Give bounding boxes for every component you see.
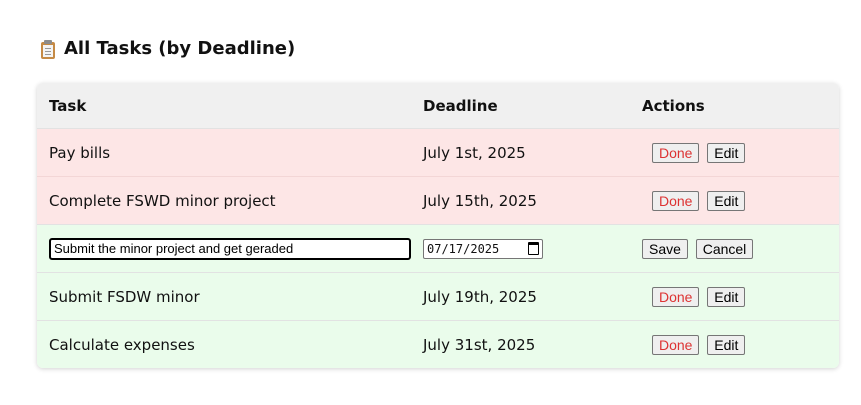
deadline-date-input[interactable]: 07/17/2025: [423, 238, 543, 259]
calendar-icon[interactable]: [528, 242, 539, 255]
edit-button[interactable]: Edit: [707, 142, 746, 163]
task-name: Pay bills: [37, 128, 411, 177]
row-actions: Done Edit: [630, 176, 839, 225]
table-header-row: Task Deadline Actions: [37, 83, 839, 129]
done-button[interactable]: Done: [652, 142, 700, 163]
edit-button[interactable]: Edit: [707, 286, 746, 307]
tasks-table-card: Task Deadline Actions Pay bills July 1st…: [37, 83, 839, 368]
edit-button[interactable]: Edit: [707, 190, 746, 211]
task-name: Complete FSWD minor project: [37, 176, 411, 225]
done-button[interactable]: Done: [652, 190, 700, 211]
page-title: All Tasks (by Deadline): [40, 38, 295, 59]
edit-button[interactable]: Edit: [707, 334, 746, 355]
save-button[interactable]: Save: [642, 238, 688, 259]
cancel-button[interactable]: Cancel: [695, 238, 754, 259]
table-row: Calculate expenses July 31st, 2025 Done …: [37, 320, 839, 368]
tasks-table: Task Deadline Actions Pay bills July 1st…: [37, 83, 839, 368]
row-actions: Done Edit: [630, 320, 839, 368]
page-title-text: All Tasks (by Deadline): [64, 38, 296, 59]
task-name: Submit FSDW minor: [37, 272, 411, 321]
table-row-editing: 07/17/2025 Save Cancel: [37, 224, 839, 273]
row-actions: Save Cancel: [630, 224, 839, 273]
task-name-cell: [37, 224, 411, 273]
table-row: Submit FSDW minor July 19th, 2025 Done E…: [37, 272, 839, 321]
done-button[interactable]: Done: [652, 286, 700, 307]
clipboard-icon: [40, 39, 56, 59]
task-deadline: July 1st, 2025: [411, 128, 630, 177]
row-actions: Done Edit: [630, 272, 839, 321]
table-row: Complete FSWD minor project July 15th, 2…: [37, 176, 839, 225]
task-deadline: July 31st, 2025: [411, 320, 630, 368]
task-name-input[interactable]: [49, 237, 411, 260]
deadline-date-value: 07/17/2025: [427, 241, 500, 256]
column-header-actions: Actions: [630, 83, 839, 129]
column-header-task: Task: [37, 83, 411, 129]
column-header-deadline: Deadline: [411, 83, 630, 129]
table-row: Pay bills July 1st, 2025 Done Edit: [37, 128, 839, 177]
task-deadline: July 19th, 2025: [411, 272, 630, 321]
task-deadline-cell: 07/17/2025: [411, 224, 630, 273]
row-actions: Done Edit: [630, 128, 839, 177]
task-name: Calculate expenses: [37, 320, 411, 368]
task-deadline: July 15th, 2025: [411, 176, 630, 225]
done-button[interactable]: Done: [652, 334, 700, 355]
